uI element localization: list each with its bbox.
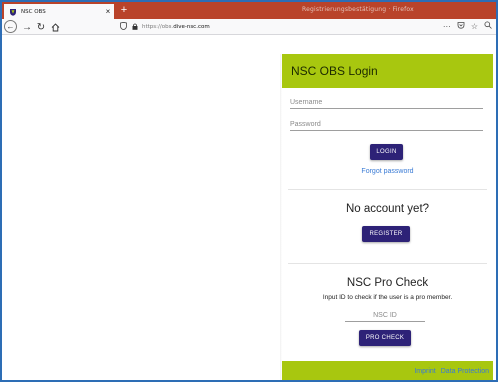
- divider: [288, 263, 487, 264]
- panel-footer: Imprint Data Protection: [282, 361, 493, 380]
- lock-icon[interactable]: [131, 22, 139, 32]
- forward-arrow-icon[interactable]: →: [20, 20, 34, 34]
- nav-bar: ← → ↻ https://obs.dive-nsc.com ··· ☆: [2, 19, 496, 35]
- tab-bar: NSC OBS × + Registrierungsbestätigung · …: [2, 2, 496, 19]
- nsc-id-placeholder: NSC ID: [373, 312, 397, 319]
- pro-check-heading: NSC Pro Check: [346, 277, 429, 289]
- bookmark-star-icon[interactable]: ☆: [471, 22, 478, 31]
- shield-favicon-icon: [9, 8, 17, 16]
- imprint-link[interactable]: Imprint: [414, 368, 435, 375]
- browser-window: NSC OBS × + Registrierungsbestätigung · …: [0, 0, 498, 382]
- url-bar[interactable]: https://obs.dive-nsc.com: [118, 21, 466, 33]
- home-icon[interactable]: [48, 20, 62, 34]
- pro-check-description: Input ID to check if the user is a pro m…: [322, 294, 453, 301]
- login-panel: NSC OBS Login Username Password LOGIN Fo…: [282, 54, 493, 380]
- pocket-icon[interactable]: [457, 21, 465, 31]
- search-icon[interactable]: [484, 21, 492, 31]
- new-tab-button[interactable]: +: [118, 3, 130, 17]
- tab-nsc-obs[interactable]: NSC OBS ×: [4, 4, 114, 19]
- page-content: NSC OBS Login Username Password LOGIN Fo…: [2, 35, 496, 380]
- login-button[interactable]: LOGIN: [370, 144, 403, 160]
- toolbar-right: ··· ☆: [443, 21, 492, 31]
- username-input[interactable]: Username: [290, 95, 483, 109]
- url-text: https://obs.dive-nsc.com: [142, 24, 210, 30]
- pro-check-button[interactable]: PRO CHECK: [359, 330, 411, 346]
- tracking-shield-icon[interactable]: [118, 21, 128, 32]
- reload-icon[interactable]: ↻: [34, 20, 48, 34]
- divider: [288, 189, 487, 190]
- panel-title: NSC OBS Login: [282, 54, 493, 88]
- tab-close-icon[interactable]: ×: [102, 7, 114, 16]
- back-arrow-icon[interactable]: ←: [4, 20, 17, 33]
- register-button[interactable]: REGISTER: [362, 226, 410, 242]
- tab-title: NSC OBS: [21, 8, 46, 15]
- page-actions-icon[interactable]: ···: [443, 22, 451, 31]
- no-account-heading: No account yet?: [345, 203, 430, 215]
- password-placeholder: Password: [290, 121, 321, 128]
- window-title: Registrierungsbestätigung · Firefox: [302, 6, 414, 13]
- nsc-id-input[interactable]: NSC ID: [345, 308, 425, 322]
- password-input[interactable]: Password: [290, 117, 483, 131]
- username-placeholder: Username: [290, 99, 323, 106]
- data-protection-link[interactable]: Data Protection: [441, 368, 489, 375]
- forgot-password-link[interactable]: Forgot password: [282, 168, 493, 175]
